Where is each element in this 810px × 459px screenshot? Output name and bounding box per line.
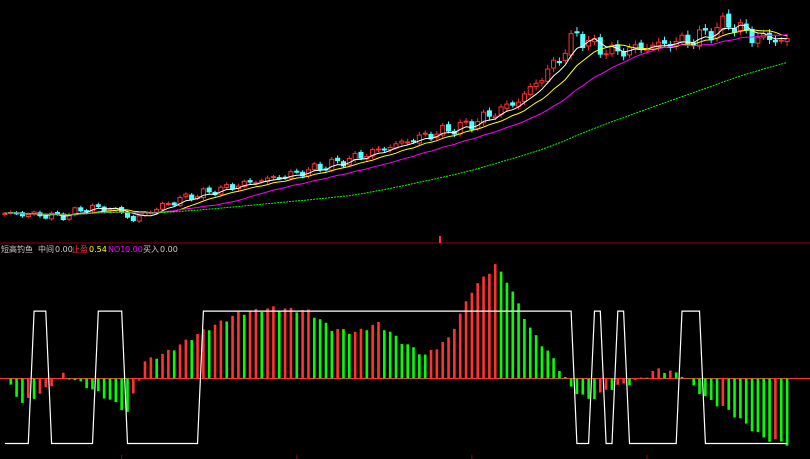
candle bbox=[159, 201, 166, 211]
candle bbox=[60, 212, 66, 221]
candle bbox=[311, 161, 317, 172]
candle bbox=[177, 195, 183, 207]
candle bbox=[597, 33, 603, 58]
stock-chart: 短高钓鱼 中间 0.00 止盈 0.54 NO1 0.00 买入 0.00 bbox=[0, 0, 810, 459]
indicator-value-c: 0.00 bbox=[125, 245, 143, 254]
indicator-label-b: 止盈 bbox=[72, 244, 88, 254]
indicator-name: 短高钓鱼 bbox=[1, 244, 33, 254]
indicator-value-b: 0.54 bbox=[89, 245, 107, 254]
indicator-label-c: NO1 bbox=[108, 245, 125, 254]
chart-stage: 短高钓鱼 中间 0.00 止盈 0.54 NO1 0.00 买入 0.00 bbox=[0, 0, 810, 459]
indicator-value-d: 0.00 bbox=[160, 245, 178, 254]
indicator-header: 短高钓鱼 中间 0.00 止盈 0.54 NO1 0.00 买入 0.00 bbox=[1, 244, 178, 254]
candle bbox=[89, 203, 96, 213]
candle bbox=[49, 211, 55, 221]
indicator-label-a: 中间 bbox=[38, 244, 54, 254]
indicator-value-a: 0.00 bbox=[55, 245, 73, 254]
indicator-label-d: 买入 bbox=[143, 245, 159, 254]
candle bbox=[200, 187, 206, 200]
candle bbox=[481, 109, 487, 126]
